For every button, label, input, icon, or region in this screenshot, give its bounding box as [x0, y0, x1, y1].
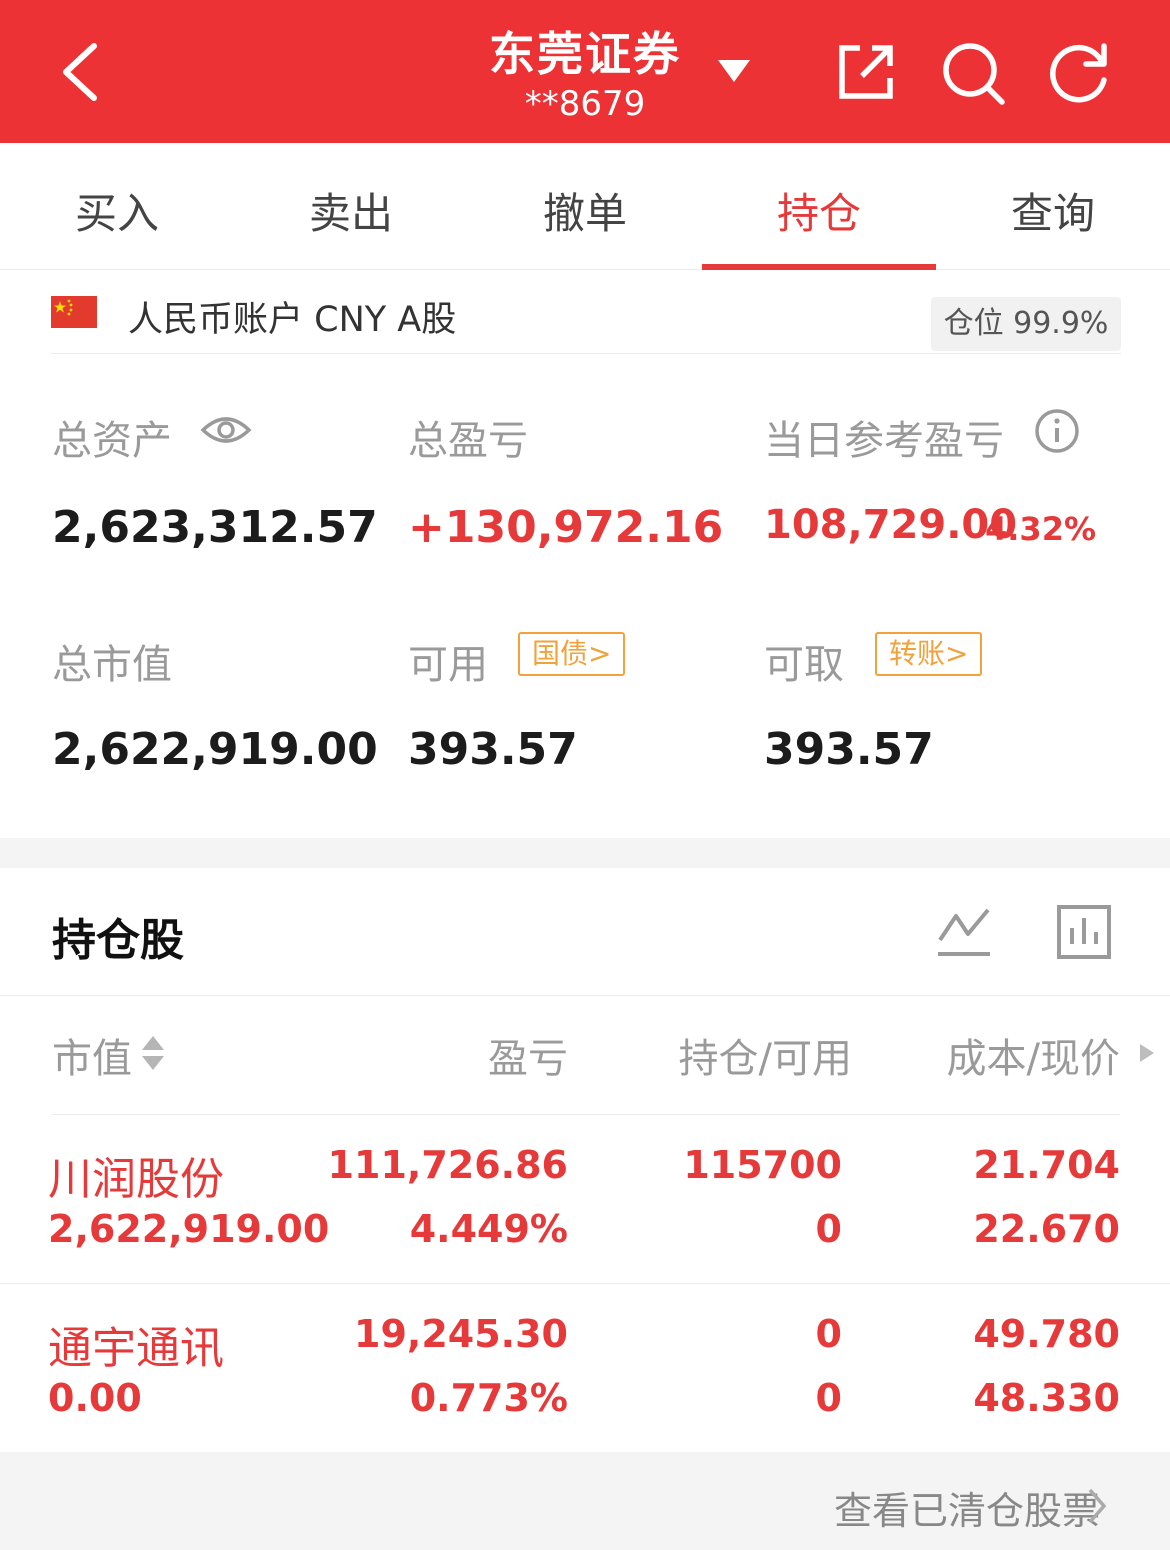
withdrawable-value: 393.57	[764, 724, 934, 775]
dropdown-icon[interactable]	[716, 58, 752, 84]
cleared-stocks-link[interactable]: 查看已清仓股票	[834, 1480, 1100, 1535]
available-label: 可用	[408, 642, 488, 688]
active-tab-indicator	[702, 264, 936, 270]
tab-cancel[interactable]: 撤单	[468, 180, 702, 241]
account-divider	[51, 353, 1121, 354]
stock-position: 0	[815, 1312, 842, 1356]
bond-tag-button[interactable]: 国债>	[518, 632, 626, 676]
available-value: 393.57	[408, 724, 578, 775]
column-header-pl: 盈亏	[488, 1036, 568, 1082]
stock-cost: 49.780	[973, 1312, 1120, 1356]
column-header-cost-price: 成本/现价	[946, 1036, 1120, 1082]
stock-position: 115700	[683, 1143, 842, 1187]
total-pl-value: +130,972.16	[408, 502, 724, 553]
stock-price: 22.670	[973, 1207, 1120, 1251]
holdings-title: 持仓股	[52, 915, 184, 966]
share-icon[interactable]	[834, 40, 898, 104]
stock-market-value: 2,622,919.00	[48, 1207, 330, 1251]
total-assets-value: 2,623,312.57	[52, 502, 378, 553]
table-row[interactable]: 通宇通讯 0.00 19,245.30 0.773% 0 0 49.780 48…	[0, 1284, 1170, 1452]
cn-flag-icon	[51, 296, 97, 328]
trend-chart-icon[interactable]	[936, 904, 992, 960]
column-header-position: 持仓/可用	[678, 1036, 852, 1082]
daily-pl-percent: 4.32%	[985, 510, 1097, 548]
scroll-right-icon[interactable]	[1138, 1042, 1156, 1064]
bar-chart-icon[interactable]	[1056, 904, 1112, 960]
withdrawable-label: 可取	[764, 642, 844, 688]
stock-pl-percent: 4.449%	[409, 1207, 568, 1251]
stock-pl: 111,726.86	[327, 1143, 568, 1187]
stock-cost: 21.704	[973, 1143, 1120, 1187]
stock-market-value: 0.00	[48, 1376, 142, 1420]
tab-sell[interactable]: 卖出	[234, 180, 468, 241]
section-gap	[0, 838, 1170, 868]
stock-name: 川润股份	[48, 1154, 224, 1205]
info-icon[interactable]	[1034, 408, 1080, 454]
market-value-label: 总市值	[52, 642, 172, 688]
stock-available: 0	[815, 1376, 842, 1420]
daily-pl-label: 当日参考盈亏	[764, 418, 1004, 464]
sort-icon[interactable]	[140, 1034, 166, 1074]
stock-pl-percent: 0.773%	[409, 1376, 568, 1420]
stock-available: 0	[815, 1207, 842, 1251]
market-value: 2,622,919.00	[52, 724, 378, 775]
tab-query[interactable]: 查询	[936, 180, 1170, 241]
stock-price: 48.330	[973, 1376, 1120, 1420]
holdings-header-divider	[0, 995, 1170, 996]
chevron-right-icon[interactable]	[1086, 1486, 1108, 1526]
tab-positions[interactable]: 持仓	[702, 180, 936, 241]
account-label: 人民币账户 CNY A股	[128, 300, 457, 340]
refresh-icon[interactable]	[1046, 40, 1112, 106]
total-assets-label: 总资产	[52, 418, 172, 464]
tab-buy[interactable]: 买入	[0, 180, 234, 241]
total-pl-label: 总盈亏	[408, 418, 528, 464]
column-header-market-value[interactable]: 市值	[52, 1026, 132, 1084]
eye-icon[interactable]	[200, 410, 252, 450]
daily-pl-value: 108,729.00	[764, 502, 1018, 548]
stock-name: 通宇通讯	[48, 1323, 224, 1374]
search-icon[interactable]	[940, 40, 1006, 106]
position-ratio-badge: 仓位 99.9%	[931, 297, 1121, 351]
tab-divider	[0, 269, 1170, 270]
stock-pl: 19,245.30	[354, 1312, 568, 1356]
transfer-tag-button[interactable]: 转账>	[875, 632, 983, 676]
table-row[interactable]: 川润股份 2,622,919.00 111,726.86 4.449% 1157…	[0, 1115, 1170, 1283]
